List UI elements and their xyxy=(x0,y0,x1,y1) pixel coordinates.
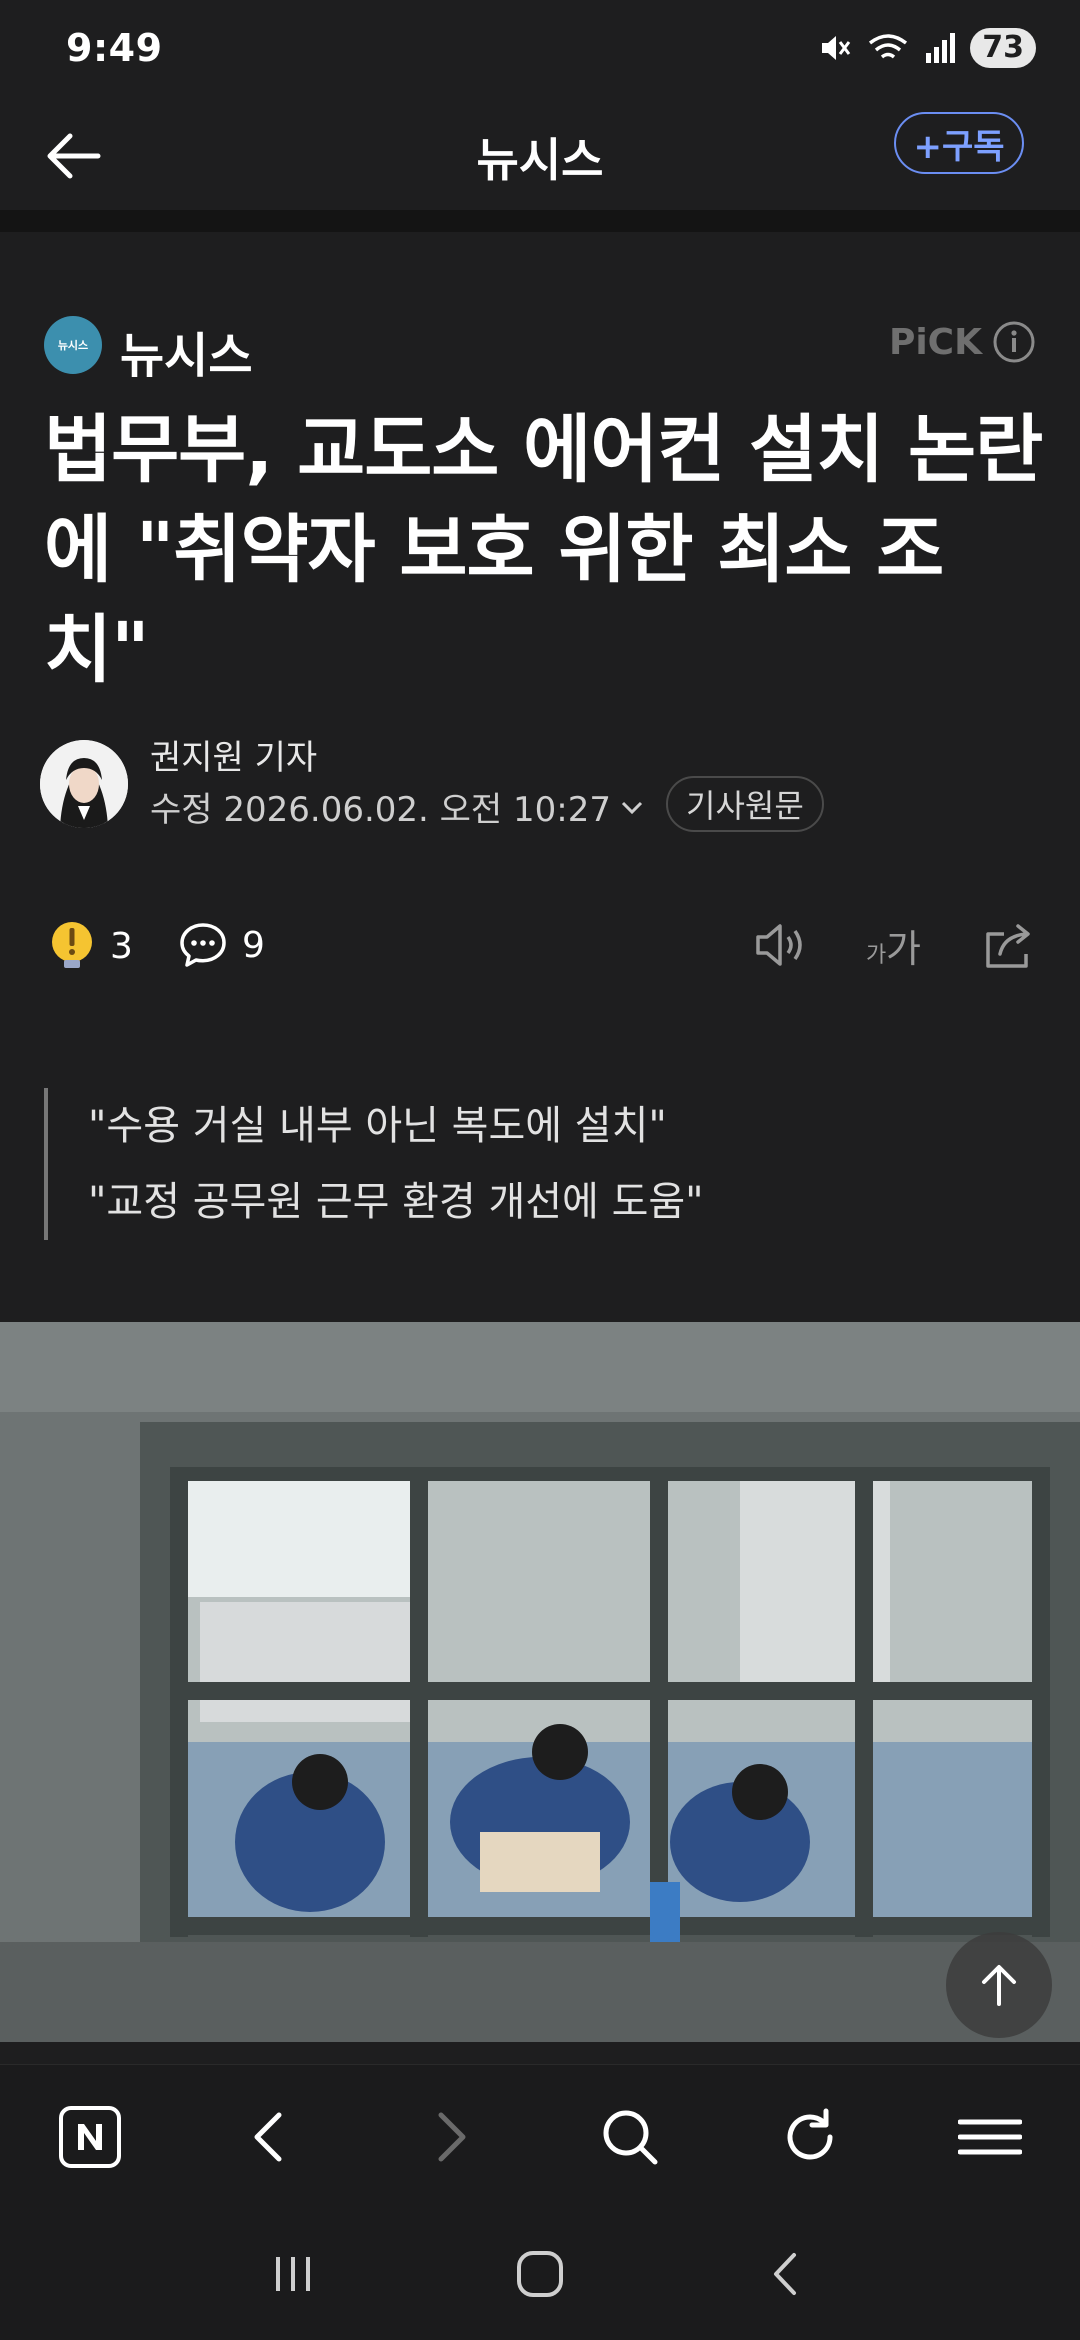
action-row: 3 9 가 가 xyxy=(48,920,1038,986)
browser-toolbar xyxy=(0,2064,1080,2208)
summary-line: "수용 거실 내부 아닌 복도에 설치" xyxy=(88,1103,667,1149)
browser-forward-button[interactable] xyxy=(405,2092,495,2182)
search-button[interactable] xyxy=(585,2092,675,2182)
prison-window-image xyxy=(0,1322,1080,2042)
chevron-left-icon xyxy=(254,2112,282,2161)
pick-label: PiCK xyxy=(888,321,982,363)
exclamation-bulb-icon xyxy=(52,922,92,968)
edit-date-text: 수정 2026.06.02. 오전 10:27 xyxy=(150,790,612,830)
byline: 권지원 기자 수정 2026.06.02. 오전 10:27 기사원문 xyxy=(40,730,1040,832)
home-icon xyxy=(516,2251,563,2297)
info-icon xyxy=(993,321,1035,363)
subscribe-button[interactable]: +구독 xyxy=(894,112,1024,174)
naver-home-button[interactable] xyxy=(45,2092,135,2182)
press-logo[interactable]: 뉴시스 xyxy=(44,316,102,374)
naver-n-icon xyxy=(59,2105,121,2168)
press-name[interactable]: 뉴시스 xyxy=(120,316,252,386)
edit-date[interactable]: 수정 2026.06.02. 오전 10:27 xyxy=(150,782,647,831)
status-time: 9:49 xyxy=(66,26,163,70)
mute-icon xyxy=(822,36,851,60)
article-photo[interactable] xyxy=(0,1322,1080,2042)
summary-line: "교정 공무원 근무 환경 개선에 도움" xyxy=(88,1179,704,1225)
svg-text:가: 가 xyxy=(886,927,921,970)
reporter-photo xyxy=(40,740,128,828)
chevron-left-icon xyxy=(773,2253,796,2295)
svg-text:가: 가 xyxy=(866,943,886,968)
chevron-right-icon xyxy=(438,2112,466,2161)
speaker-icon[interactable] xyxy=(754,920,810,970)
system-back-button[interactable] xyxy=(742,2229,832,2319)
font-size-icon[interactable]: 가 가 xyxy=(864,920,928,970)
status-bar: 9:49 73 xyxy=(0,0,1080,100)
scroll-top-button[interactable] xyxy=(946,1932,1052,2038)
menu-button[interactable] xyxy=(945,2092,1035,2182)
home-button[interactable] xyxy=(495,2229,585,2319)
reporter-name[interactable]: 권지원 기자 xyxy=(150,730,317,779)
hamburger-menu-icon xyxy=(958,2119,1022,2154)
avatar[interactable] xyxy=(40,740,128,828)
recent-apps-icon xyxy=(276,2257,311,2291)
recent-apps-button[interactable] xyxy=(248,2229,338,2319)
press-row: 뉴시스 뉴시스 PiCK xyxy=(44,310,1036,384)
article-title: 법무부, 교도소 에어컨 설치 논란에 "취약자 보호 위한 최소 조치" xyxy=(44,407,1043,693)
system-nav-bar xyxy=(0,2208,1080,2340)
signal-icon xyxy=(926,33,956,63)
arrow-up-icon xyxy=(982,1965,1016,2006)
app-header: 뉴시스 +구독 xyxy=(0,100,1080,210)
status-icons: 73 xyxy=(818,28,1036,68)
reaction-count: 3 xyxy=(110,925,133,967)
comment-count: 9 xyxy=(242,924,265,966)
search-icon xyxy=(603,2110,658,2164)
pick-badge[interactable]: PiCK xyxy=(889,320,1036,364)
header-divider xyxy=(0,210,1080,232)
speech-bubble-icon xyxy=(180,923,226,967)
refresh-button[interactable] xyxy=(765,2092,855,2182)
browser-back-button[interactable] xyxy=(225,2092,315,2182)
chevron-down-icon xyxy=(621,801,643,814)
article-summary: "수용 거실 내부 아닌 복도에 설치" "교정 공무원 근무 환경 개선에 도… xyxy=(44,1088,1044,1240)
refresh-icon xyxy=(787,2108,833,2159)
share-icon[interactable] xyxy=(982,920,1038,970)
battery-indicator: 73 xyxy=(970,28,1036,68)
article-tools: 가 가 xyxy=(754,920,1038,970)
wifi-icon xyxy=(869,34,908,59)
comment-button[interactable]: 9 xyxy=(178,920,265,970)
reaction-button[interactable]: 3 xyxy=(48,920,133,972)
original-article-button[interactable]: 기사원문 xyxy=(666,776,824,832)
